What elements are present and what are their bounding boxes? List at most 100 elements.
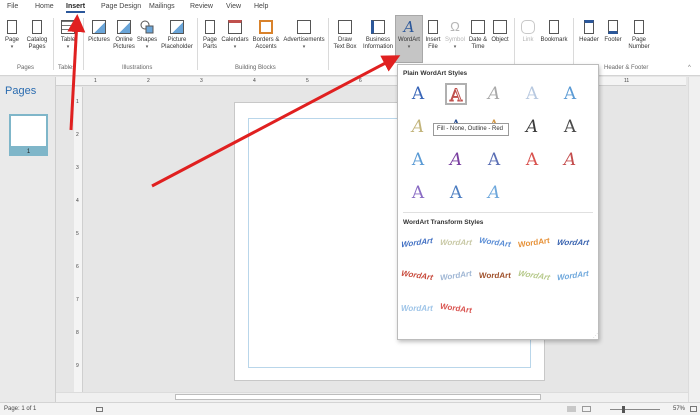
- header-button-label: Header: [579, 37, 599, 43]
- two-page-view-icon[interactable]: [582, 406, 591, 412]
- object-button[interactable]: Object: [489, 16, 511, 44]
- page-parts-button[interactable]: Page Parts: [200, 16, 220, 51]
- wordart-transform-option[interactable]: WordArt: [516, 233, 553, 253]
- table-icon: [61, 20, 75, 34]
- wordart-style-option[interactable]: A: [407, 83, 429, 105]
- wordart-style-option[interactable]: A: [559, 149, 581, 171]
- wordart-transform-option[interactable]: WordArt: [557, 266, 592, 287]
- horizontal-scrollbar-thumb[interactable]: [175, 394, 541, 400]
- wordart-transform-option[interactable]: WordArt: [401, 301, 435, 317]
- menu-tab-bar: File Home Insert Page Design Mailings Re…: [0, 0, 700, 14]
- wordart-transform-option[interactable]: WordArt: [478, 233, 514, 254]
- wordart-transform-option[interactable]: WordArt: [399, 266, 436, 286]
- wordart-style-option[interactable]: A: [483, 83, 505, 105]
- wordart-style-option[interactable]: A: [445, 182, 467, 204]
- date-time-label-2: Time: [471, 44, 485, 50]
- business-information-button[interactable]: Business Information: [361, 16, 395, 51]
- page-indicator[interactable]: Page: 1 of 1: [4, 406, 36, 412]
- tab-view[interactable]: View: [226, 3, 241, 10]
- footer-button[interactable]: Footer: [601, 16, 625, 44]
- vertical-scrollbar[interactable]: [688, 77, 700, 402]
- header-button[interactable]: Header: [576, 16, 602, 44]
- draw-text-box-button[interactable]: Draw Text Box: [331, 16, 359, 51]
- ruler-mark: 4: [76, 198, 79, 204]
- tab-insert[interactable]: Insert: [66, 3, 86, 13]
- ruler-mark: 8: [76, 330, 79, 336]
- wordart-transform-option[interactable]: WordArt: [439, 235, 474, 251]
- page-parts-icon: [205, 20, 215, 34]
- chevron-down-icon: ▾: [145, 44, 149, 50]
- wordart-transform-option[interactable]: WordArt: [516, 266, 555, 286]
- online-pictures-label-1: Online: [115, 37, 133, 43]
- wordart-style-option[interactable]: A: [521, 83, 543, 105]
- group-label-illustrations: Illustrations: [122, 65, 153, 71]
- tab-mailings[interactable]: Mailings: [149, 3, 175, 10]
- calendars-button[interactable]: Calendars ▾: [221, 16, 249, 51]
- wordart-transform-option[interactable]: WordArt: [439, 266, 475, 287]
- single-page-view-icon[interactable]: [567, 406, 576, 412]
- tab-page-design[interactable]: Page Design: [101, 3, 141, 10]
- catalog-pages-button[interactable]: Catalog Pages: [24, 16, 50, 51]
- advertisements-button[interactable]: Advertisements ▾: [282, 16, 326, 51]
- wordart-style-option[interactable]: A: [483, 149, 505, 171]
- link-button[interactable]: Link: [518, 16, 538, 44]
- insert-file-label-2: File: [428, 44, 438, 50]
- wordart-style-option[interactable]: A: [521, 149, 543, 171]
- business-information-label-2: Information: [362, 44, 393, 50]
- link-button-label: Link: [522, 37, 534, 43]
- gallery-divider: [403, 212, 593, 213]
- wordart-transform-option[interactable]: WordArt: [401, 233, 435, 254]
- wordart-style-option[interactable]: A: [445, 83, 467, 107]
- shapes-button[interactable]: Shapes ▾: [136, 16, 158, 51]
- tab-home[interactable]: Home: [35, 3, 54, 10]
- page-thumbnail[interactable]: [9, 114, 48, 148]
- page-button-label: Page: [4, 37, 19, 43]
- object-icon: [493, 20, 507, 34]
- borders-accents-button[interactable]: Borders & Accents: [250, 16, 282, 51]
- picture-placeholder-button[interactable]: Picture Placeholder: [160, 16, 194, 51]
- tab-file[interactable]: File: [7, 3, 18, 10]
- collapse-ribbon-icon[interactable]: ^: [688, 65, 691, 71]
- tab-help[interactable]: Help: [254, 3, 268, 10]
- wordart-style-option[interactable]: A: [407, 116, 429, 138]
- page-number-button[interactable]: Page Number: [625, 16, 653, 51]
- date-time-button[interactable]: Date & Time: [466, 16, 490, 51]
- zoom-slider[interactable]: [610, 409, 660, 410]
- borders-accents-icon: [259, 20, 273, 34]
- pictures-button[interactable]: Pictures: [87, 16, 111, 44]
- wordart-button[interactable]: A WordArt ▾: [395, 15, 423, 63]
- tab-review[interactable]: Review: [190, 3, 213, 10]
- online-pictures-icon: [117, 20, 131, 34]
- wordart-transform-option[interactable]: WordArt: [556, 235, 593, 251]
- table-button[interactable]: Table ▾: [58, 16, 78, 51]
- wordart-style-option[interactable]: A: [407, 182, 429, 204]
- fit-page-icon[interactable]: [690, 406, 697, 412]
- wordart-button-label: WordArt: [398, 37, 420, 43]
- wordart-style-option[interactable]: A: [445, 149, 467, 171]
- wordart-style-option[interactable]: A: [521, 116, 543, 138]
- page-parts-label-2: Parts: [202, 44, 217, 50]
- online-pictures-button[interactable]: Online Pictures: [112, 16, 136, 51]
- ruler-mark: 4: [253, 78, 256, 84]
- omega-icon: Ω: [450, 19, 460, 34]
- zoom-level[interactable]: 57%: [673, 406, 685, 412]
- wordart-style-option[interactable]: A: [559, 116, 581, 138]
- chevron-down-icon: ▾: [66, 44, 70, 50]
- status-bar: Page: 1 of 1 57%: [0, 402, 700, 415]
- zoom-slider-handle[interactable]: [622, 406, 625, 413]
- resize-grip-icon[interactable]: ⋰: [593, 333, 598, 339]
- page-button[interactable]: Page ▾: [4, 16, 20, 51]
- page-number-label-1: Page: [631, 37, 646, 43]
- wordart-style-option[interactable]: A: [483, 182, 505, 204]
- wordart-style-option[interactable]: A: [407, 149, 429, 171]
- wordart-transform-option[interactable]: WordArt: [478, 268, 513, 284]
- wordart-transform-option[interactable]: WordArt: [440, 299, 475, 320]
- borders-accents-label-1: Borders &: [252, 37, 280, 43]
- symbol-button[interactable]: Ω Symbol ▾: [443, 16, 467, 51]
- bookmark-button[interactable]: Bookmark: [540, 16, 568, 44]
- insert-file-button[interactable]: Insert File: [424, 16, 442, 51]
- ribbon-divider: [53, 18, 54, 70]
- online-pictures-label-2: Pictures: [113, 44, 135, 50]
- symbol-button-label: Symbol: [444, 37, 465, 43]
- wordart-style-option[interactable]: A: [559, 83, 581, 105]
